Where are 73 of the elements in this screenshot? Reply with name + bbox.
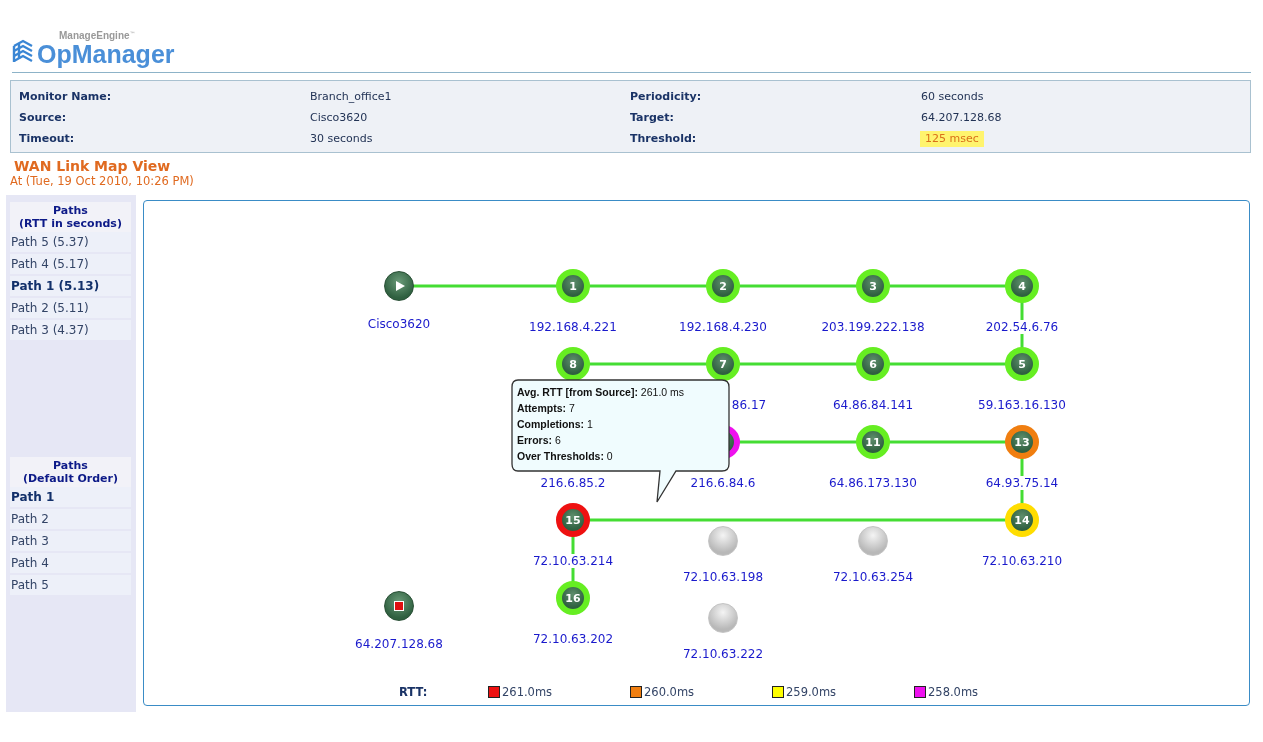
field-label: Periodicity: [630, 89, 703, 105]
path-item[interactable]: Path 4 [10, 553, 131, 573]
path-item[interactable]: Path 1 (5.13) [10, 276, 131, 296]
node-label: 202.54.6.76 [985, 320, 1059, 334]
field-value: Cisco3620 [309, 110, 369, 126]
field-value: 30 seconds [309, 131, 374, 147]
field-value: Branch_office1 [309, 89, 393, 105]
field-label: Source: [19, 110, 68, 126]
company-name: ManageEngine [59, 30, 130, 41]
target-router-icon[interactable] [384, 591, 414, 621]
hop-node[interactable]: 16 [556, 581, 590, 615]
node-label: 64.93.75.14 [985, 476, 1059, 490]
tooltip-line: Completions: 1 [517, 417, 594, 432]
field-label: Timeout: [19, 131, 76, 147]
path-item[interactable]: Path 3 (4.37) [10, 320, 131, 340]
field-value: 125 msec [920, 131, 984, 147]
source-router-icon[interactable] [384, 271, 414, 301]
node-label: 72.10.63.210 [981, 554, 1063, 568]
hop-node[interactable]: 5 [1005, 347, 1039, 381]
path-item[interactable]: Path 2 [10, 509, 131, 529]
node-label: 216.6.84.6 [690, 476, 756, 490]
legend-label: 260.0ms [644, 685, 695, 699]
legend-label: 261.0ms [502, 685, 553, 699]
node-label: 72.10.63.202 [532, 632, 614, 646]
logo-icon [12, 38, 34, 64]
hop-node[interactable]: 1 [556, 269, 590, 303]
field-value: 64.207.128.68 [920, 110, 1003, 126]
section-heading: Paths (Default Order) [10, 457, 131, 487]
hop-node[interactable]: 13 [1005, 425, 1039, 459]
path-item[interactable]: Path 2 (5.11) [10, 298, 131, 318]
hop-node[interactable]: 6 [856, 347, 890, 381]
path-item[interactable]: Path 3 [10, 531, 131, 551]
hop-node[interactable]: 7 [706, 347, 740, 381]
hop-node[interactable]: 15 [556, 503, 590, 537]
path-item[interactable]: Path 5 (5.37) [10, 232, 131, 252]
view-title: WAN Link Map View [14, 158, 172, 174]
tooltip-line: Attempts: 7 [517, 401, 576, 416]
hop-node[interactable]: 14 [1005, 503, 1039, 537]
node-label: 216.6.85.2 [540, 476, 606, 490]
section-heading: Paths (RTT in seconds) [10, 202, 131, 232]
hop-node[interactable]: 11 [856, 425, 890, 459]
tooltip-line: Errors: 6 [517, 433, 562, 448]
field-label: Threshold: [630, 131, 698, 147]
node-label: 64.207.128.68 [355, 637, 443, 651]
tooltip-line: Over Thresholds: 0 [517, 449, 614, 464]
legend-title: RTT: [399, 685, 429, 699]
field-label: Monitor Name: [19, 89, 113, 105]
node-label: 203.199.222.138 [821, 320, 925, 334]
hop-node[interactable]: 2 [706, 269, 740, 303]
legend-label: 258.0ms [928, 685, 979, 699]
field-label: Target: [630, 110, 675, 126]
legend-label: 259.0ms [786, 685, 837, 699]
node-label: 72.10.63.198 [682, 570, 764, 584]
node-label: 192.168.4.221 [529, 320, 617, 334]
hop-node[interactable]: 8 [556, 347, 590, 381]
timestamp: At (Tue, 19 Oct 2010, 10:26 PM) [10, 174, 195, 188]
node-label: 72.10.63.254 [832, 570, 914, 584]
path-item[interactable]: Path 4 (5.17) [10, 254, 131, 274]
node-label: Cisco3620 [367, 317, 431, 331]
node-label: 64.86.173.130 [829, 476, 917, 490]
product-name: OpManager [37, 41, 175, 67]
hop-node[interactable]: 4 [1005, 269, 1039, 303]
node-label: 72.10.63.214 [532, 554, 614, 568]
path-item[interactable]: Path 1 [10, 487, 131, 507]
field-value: 60 seconds [920, 89, 985, 105]
node-label: 72.10.63.222 [682, 647, 764, 661]
node-label: 192.168.4.230 [679, 320, 767, 334]
node-label: 64.86.84.141 [832, 398, 914, 412]
path-item[interactable]: Path 5 [10, 575, 131, 595]
node-label: 86.17 [731, 398, 767, 412]
node-label: 59.163.16.130 [978, 398, 1066, 412]
tooltip-line: Avg. RTT [from Source]: 261.0 ms [517, 385, 685, 400]
hop-node[interactable]: 3 [856, 269, 890, 303]
